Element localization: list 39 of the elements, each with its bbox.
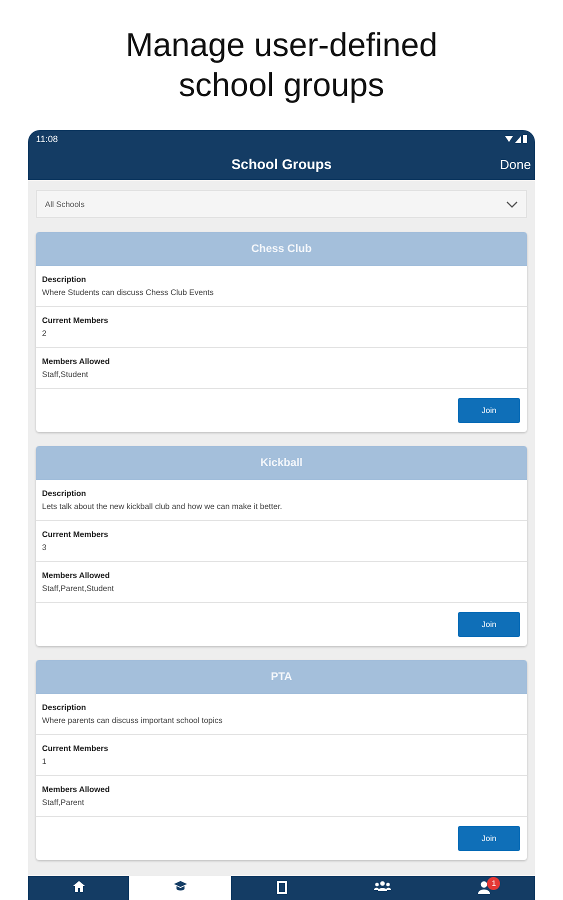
field-value: 1 — [42, 757, 48, 766]
field-value: Staff,Student — [42, 370, 90, 379]
chevron-down-icon — [506, 200, 518, 208]
group-name: PTA — [270, 671, 292, 683]
screen-title: School Groups — [231, 156, 332, 172]
group-name: Kickball — [260, 457, 303, 469]
graduation-cap-icon — [174, 881, 187, 892]
join-button[interactable]: Join — [458, 826, 520, 851]
people-icon — [374, 881, 392, 891]
field-value: Where Students can discuss Chess Club Events — [42, 288, 215, 297]
field-label: Current Members — [42, 744, 110, 753]
status-time: 11:08 — [36, 134, 58, 144]
field-label: Current Members — [42, 316, 110, 325]
dropdown-value: All Schools — [45, 200, 85, 208]
field-label: Description — [42, 275, 88, 284]
join-button[interactable]: Join — [458, 612, 520, 637]
home-icon — [72, 881, 85, 892]
nav-tab[interactable] — [129, 876, 231, 900]
field-label: Members Allowed — [42, 785, 111, 794]
notification-badge: 1 — [487, 877, 500, 890]
join-button[interactable]: Join — [458, 398, 520, 423]
field-value: 2 — [42, 329, 48, 338]
person-icon — [478, 881, 490, 894]
field-value: 3 — [42, 543, 48, 552]
headline: Manage user-defined school groups — [124, 25, 438, 105]
field-value: Staff,Parent,Student — [42, 584, 115, 593]
field-label: Members Allowed — [42, 357, 111, 366]
school-dropdown[interactable]: All Schools — [36, 190, 527, 218]
field-value: Lets talk about the new kickball club and how we can make it better. — [42, 502, 284, 511]
status-icons-drawing — [505, 135, 527, 143]
group-name: Chess Club — [251, 243, 312, 255]
book-icon — [276, 881, 287, 894]
field-value: Where parents can discuss important school topics — [42, 716, 224, 725]
field-value: Staff,Parent — [42, 798, 86, 807]
field-label: Current Members — [42, 530, 110, 539]
field-label: Description — [42, 489, 88, 498]
done-link[interactable]: Done — [500, 156, 531, 172]
field-label: Members Allowed — [42, 571, 111, 580]
field-label: Description — [42, 703, 88, 712]
